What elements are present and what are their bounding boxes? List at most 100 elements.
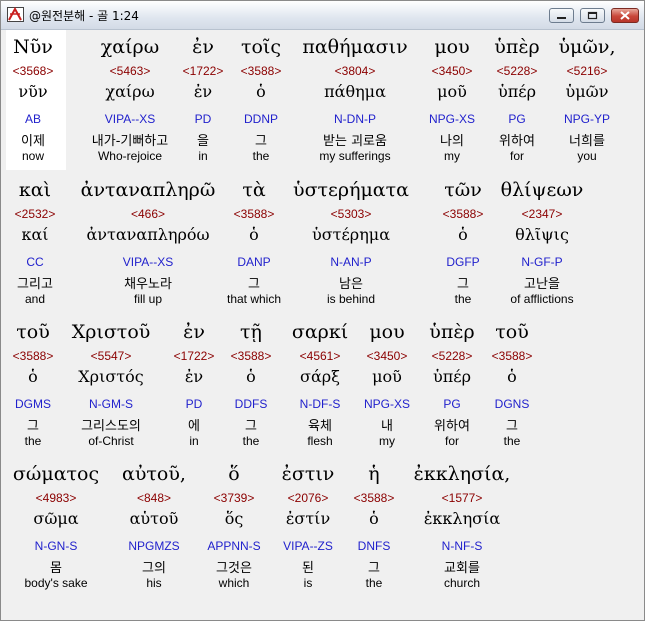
strong-number: <2347> [521,207,563,221]
lemma: πάθημα [324,82,386,101]
greek-word[interactable]: χαίρω [101,36,159,58]
greek-word[interactable]: τοῖς [241,36,281,58]
lemma: ὁ [458,225,468,244]
maximize-button[interactable] [580,8,605,23]
greek-word[interactable]: ἐν [183,321,205,343]
lemma: ὑπέρ [498,82,536,101]
parse-code: AB [24,112,42,126]
english-gloss: the [24,434,42,448]
lemma: ὑπέρ [433,367,471,386]
lemma: ὁ [249,225,259,244]
greek-word[interactable]: ἐκκλησία, [414,463,511,485]
lemma: ἐκκλησία [423,509,501,528]
title-bar[interactable]: @원전분해 - 골 1:24 [1,1,644,30]
strong-number: <3588> [491,349,533,363]
parse-code: DGNS [494,397,530,411]
greek-word[interactable]: ὑπὲρ [429,321,474,343]
greek-word[interactable]: ὑστερήματα [293,179,409,201]
strong-number: <3588> [442,207,484,221]
korean-gloss: 교회를 [444,561,480,576]
greek-word[interactable]: ὑμῶν, [559,36,616,58]
korean-gloss: 그 [255,134,267,149]
greek-word[interactable]: ὑπὲρ [494,36,539,58]
english-gloss: Who-rejoice [97,149,163,163]
greek-word[interactable]: καὶ [19,179,51,201]
greek-word[interactable]: μου [434,36,469,58]
lemma: ἐστίν [285,509,331,528]
greek-word[interactable]: Χριστοῦ [72,321,151,343]
english-gloss: that which [226,292,282,306]
korean-gloss: 위하여 [499,134,535,149]
parse-code: PG [443,397,461,411]
greek-word[interactable]: ἡ [368,463,379,485]
greek-word[interactable]: ἐν [192,36,214,58]
lemma: νῦν [18,82,48,101]
parse-code: DDNP [243,112,279,126]
korean-gloss: 채우노라 [124,277,172,292]
greek-word[interactable]: μου [369,321,404,343]
lemma: καί [21,225,49,244]
minimize-button[interactable] [549,8,574,23]
strong-number: <3804> [334,64,376,78]
english-gloss: body's sake [24,576,88,590]
strong-number: <1577> [441,491,483,505]
close-button[interactable] [611,8,639,23]
maximize-icon [587,11,598,20]
greek-word[interactable]: τὰ [242,179,265,201]
greek-word[interactable]: ὅ [228,463,239,485]
parse-code: DANP [237,255,271,269]
korean-gloss: 나의 [440,134,464,149]
lemma: ὁ [28,367,38,386]
parse-code: NPGMZS [128,539,180,553]
strong-number: <3588> [230,349,272,363]
greek-word[interactable]: θλίψεων [501,179,584,201]
greek-word[interactable]: τοῦ [16,321,50,343]
parse-code: N-GN-S [34,539,78,553]
strong-number: <4561> [299,349,341,363]
english-gloss: now [21,149,45,163]
app-icon [7,7,24,22]
lemma: Χριστός [78,367,144,386]
parse-code: N-GM-S [89,397,133,411]
greek-word[interactable]: Νῦν [13,36,53,58]
korean-gloss: 을 [197,134,209,149]
strong-number: <3588> [240,64,282,78]
english-gloss: the [454,292,472,306]
lemma: ὅς [224,509,244,528]
strong-number: <2076> [287,491,329,505]
greek-word[interactable]: παθήμασιν [302,36,407,58]
english-gloss: in [189,434,199,448]
lemma: μοῦ [437,82,467,101]
greek-word[interactable]: ἀνταναπληρῶ [81,179,216,201]
lemma: χαίρω [105,82,155,101]
greek-word[interactable]: τῶν [444,179,482,201]
lemma: ὑμῶν [565,82,609,101]
lemma: ὁ [369,509,379,528]
parse-code: N-NF-S [441,539,483,553]
korean-gloss: 받는 괴로움 [323,134,387,149]
parse-code: VIPA--ZS [283,539,333,553]
lemma: ὁ [246,367,256,386]
english-gloss: flesh [307,434,333,448]
greek-word[interactable]: σαρκί [292,321,348,343]
english-gloss: his [146,576,162,590]
greek-word[interactable]: τῇ [240,321,262,343]
lemma: ὁ [256,82,266,101]
korean-gloss: 그 [27,419,39,434]
korean-gloss: 너희를 [569,134,605,149]
korean-gloss: 내 [381,419,393,434]
strong-number: <5463> [109,64,151,78]
english-gloss: my sufferings [319,149,391,163]
lemma: ὁ [507,367,517,386]
parse-code: DGFP [446,255,480,269]
english-gloss: is [303,576,313,590]
parse-code: PD [194,112,212,126]
greek-word[interactable]: σώματος [13,463,99,485]
strong-number: <2532> [14,207,56,221]
greek-word[interactable]: ἐστιν [282,463,335,485]
parse-code: NPG-XS [428,112,476,126]
parse-code: N-AN-P [330,255,372,269]
greek-word[interactable]: τοῦ [495,321,529,343]
lemma: ὑστέρημα [312,225,390,244]
greek-word[interactable]: αὐτοῦ, [122,463,186,485]
